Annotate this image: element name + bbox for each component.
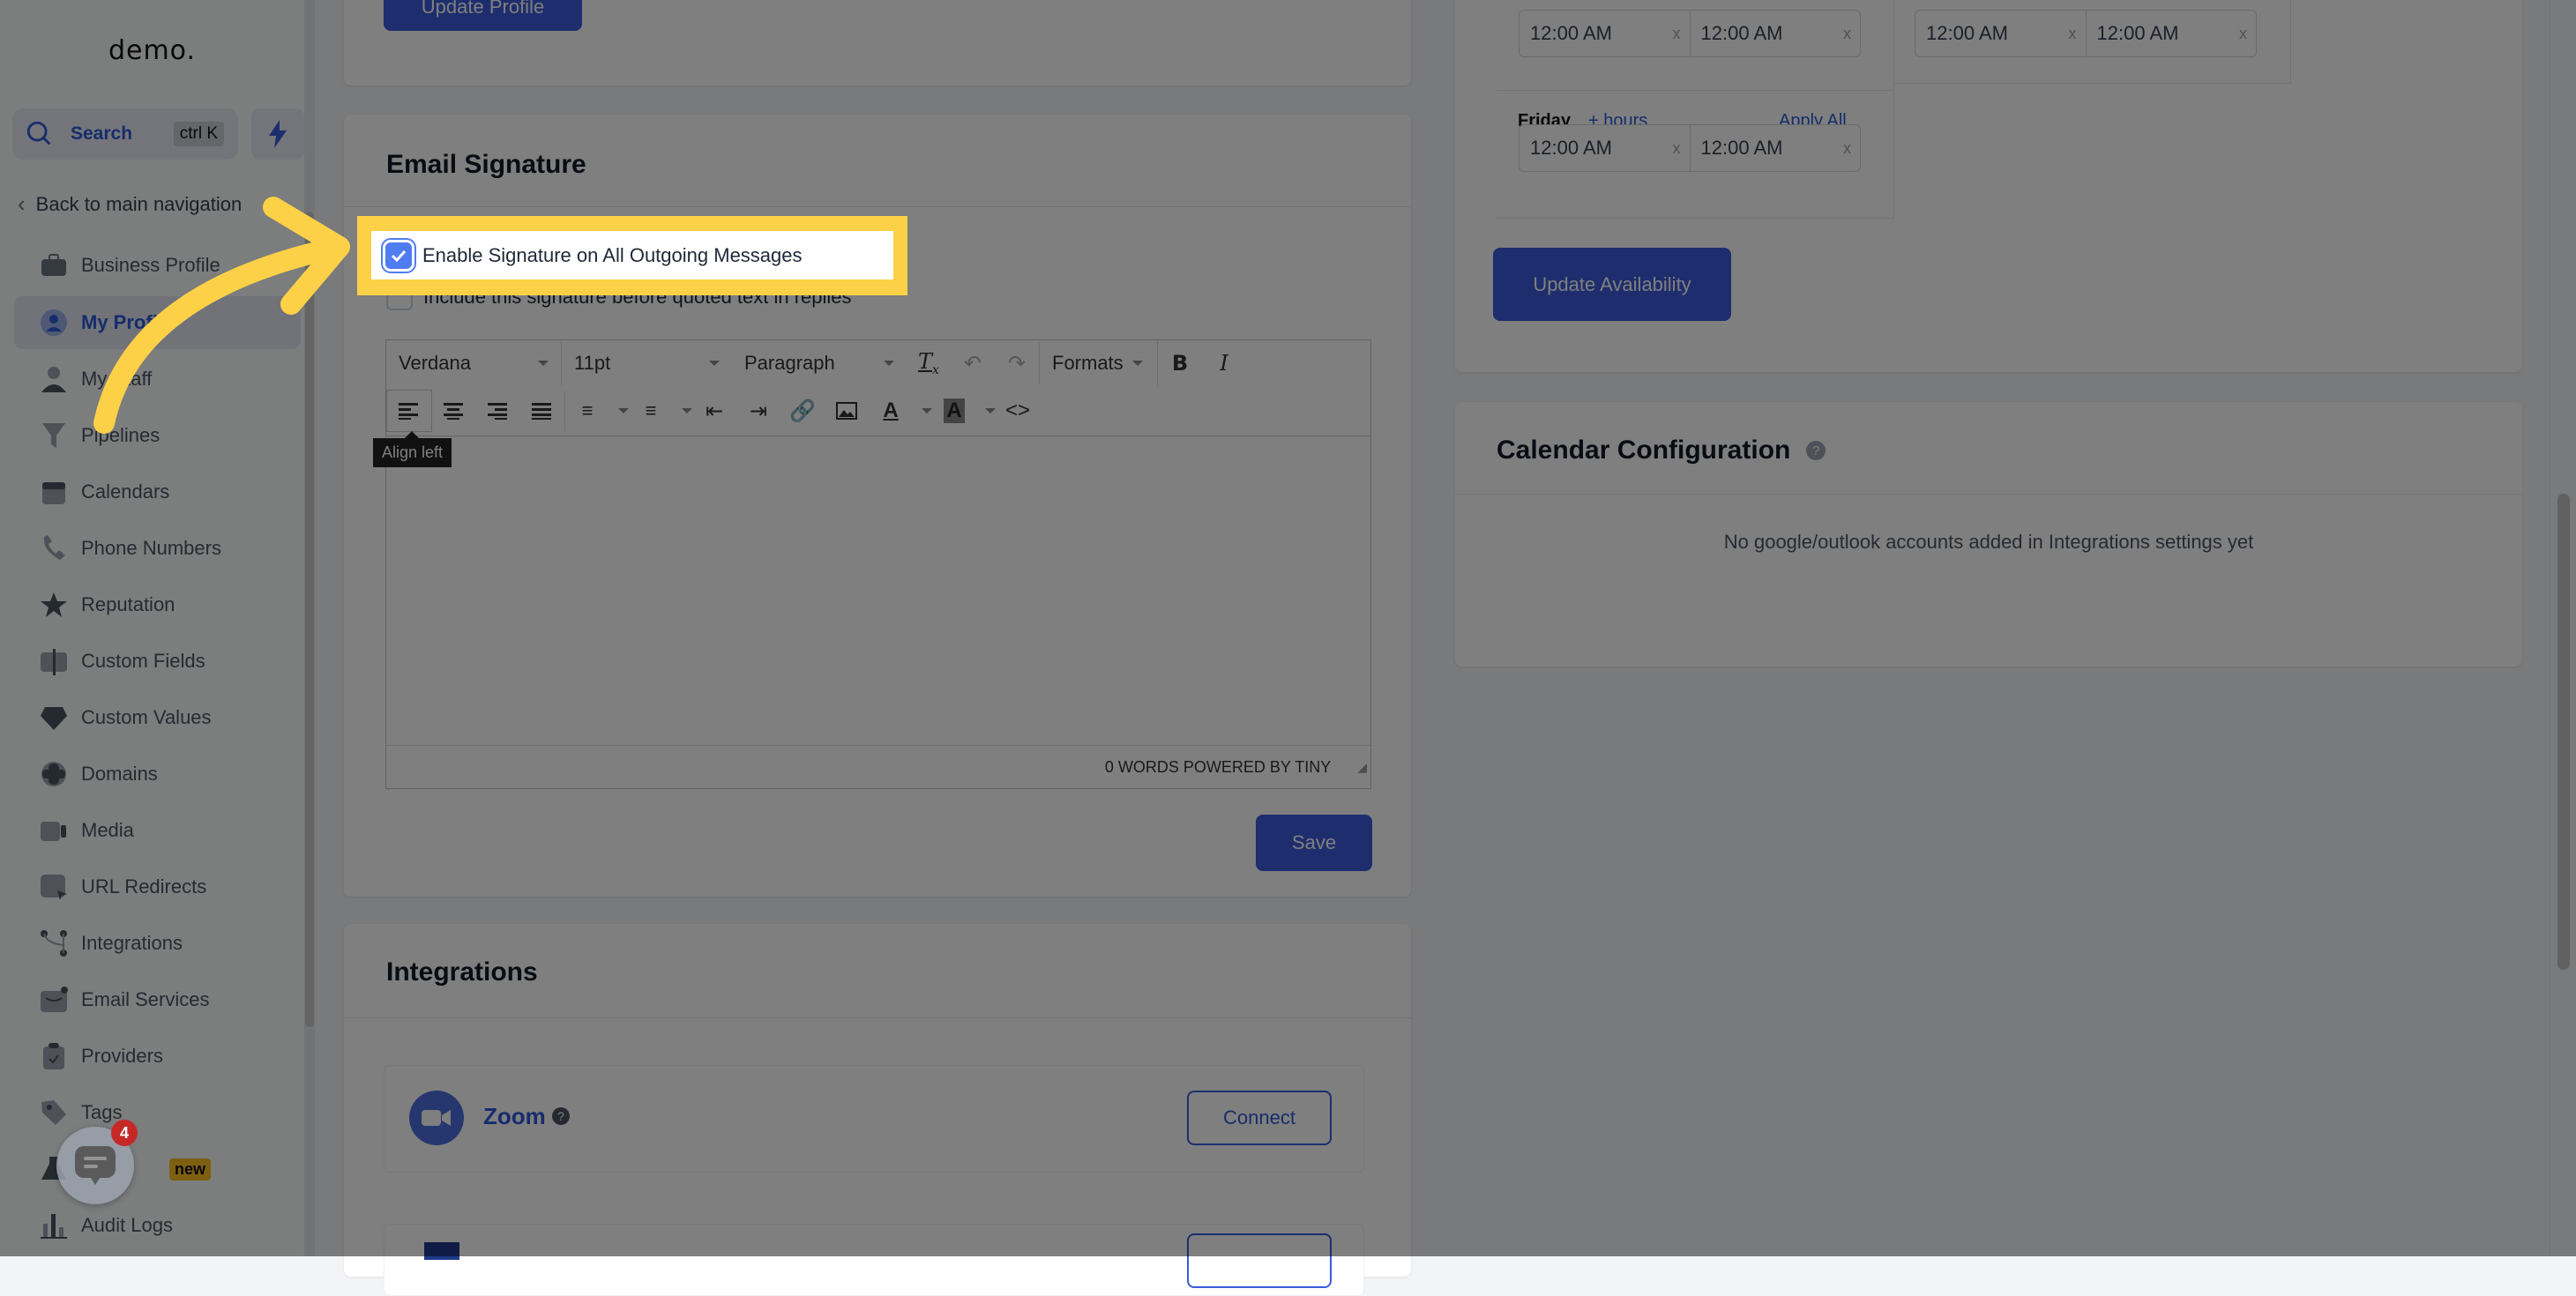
unread-count-badge: 4: [111, 1120, 138, 1146]
pointer-arrow-annotation: [93, 197, 350, 434]
chat-icon: [75, 1146, 116, 1185]
